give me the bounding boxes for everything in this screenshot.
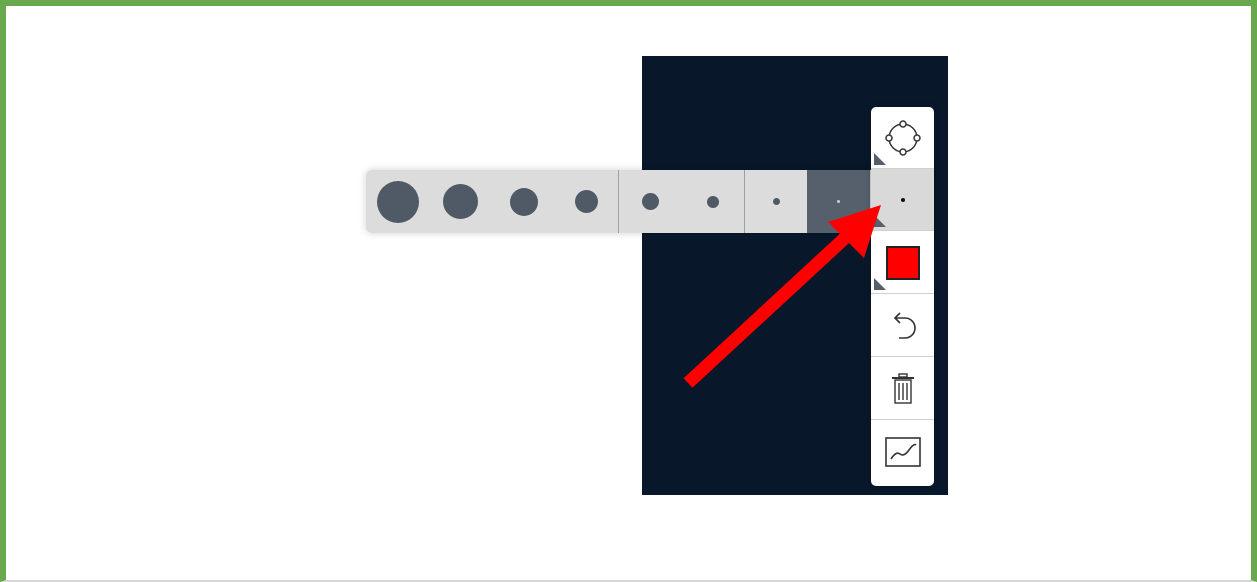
dot-icon [772, 198, 780, 205]
brush-size-tool-button[interactable] [871, 169, 934, 231]
dot-icon [900, 197, 905, 202]
dot-icon [509, 187, 538, 216]
brush-size-option-7[interactable] [744, 170, 807, 233]
drawing-toolbar [871, 107, 934, 486]
color-tool-button[interactable] [871, 232, 934, 294]
brush-size-option-8[interactable] [807, 170, 870, 233]
brush-size-option-5[interactable] [618, 170, 681, 233]
brush-size-option-4[interactable] [555, 170, 618, 233]
undo-icon [893, 311, 916, 339]
chart-tool-button[interactable] [871, 421, 934, 483]
color-swatch-icon [885, 245, 920, 280]
brush-size-option-1[interactable] [366, 170, 429, 233]
submenu-corner-icon [874, 215, 886, 227]
brush-size-bar [366, 170, 934, 233]
dot-icon [376, 180, 419, 223]
dot-icon [641, 193, 659, 210]
brush-size-option-3[interactable] [492, 170, 555, 233]
trash-icon [891, 372, 914, 404]
dot-icon [706, 195, 719, 208]
shape-tool-button[interactable] [871, 107, 934, 169]
brush-size-option-2[interactable] [429, 170, 492, 233]
circle-nodes-icon [884, 119, 921, 156]
submenu-corner-icon [874, 153, 886, 165]
submenu-corner-icon [874, 278, 886, 290]
undo-button[interactable] [871, 295, 934, 357]
screenshot-frame [0, 0, 1257, 582]
dot-icon [575, 190, 598, 213]
dot-icon [443, 184, 478, 219]
brush-size-option-6[interactable] [681, 170, 744, 233]
delete-button[interactable] [871, 358, 934, 420]
dot-icon [837, 200, 840, 203]
line-chart-icon [884, 437, 921, 467]
